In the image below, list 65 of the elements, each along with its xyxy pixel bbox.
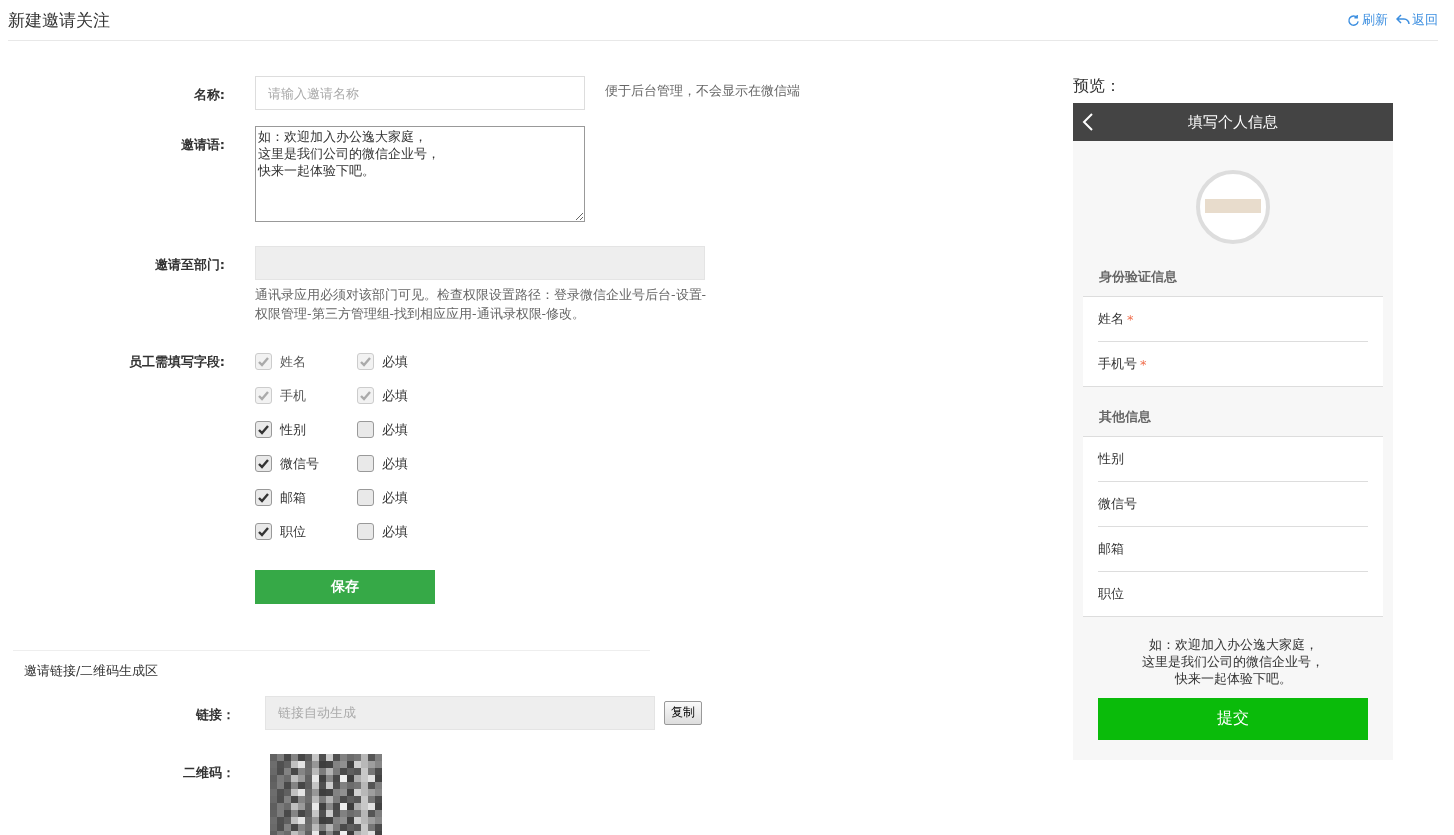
form-row-label: 邮箱 [1098,540,1124,558]
back-link[interactable]: 返回 [1396,11,1438,29]
preview-message-line: 这里是我们公司的微信企业号， [1142,653,1324,671]
field-label: 链接： [196,705,235,724]
field-label: 名称: [193,86,225,104]
checkbox-label: 手机 [280,386,306,405]
check-icon [258,458,269,469]
form-row-label: 姓名 [1098,310,1124,328]
check-icon [258,356,269,367]
checkbox[interactable] [357,455,374,472]
field-label: 二维码： [183,763,235,782]
checkbox-label: 邮箱 [280,488,306,507]
name-input[interactable]: 请输入邀请名称 [255,76,585,110]
section-title: 邀请链接/二维码生成区 [24,662,160,680]
copy-button[interactable]: 复制 [664,700,702,725]
checkbox[interactable] [255,523,272,540]
section-title: 其他信息 [1098,408,1152,426]
checkbox-label: 姓名 [280,352,306,371]
checkbox-label: 必填 [382,454,408,473]
department-field[interactable] [255,246,705,280]
section-title: 身份验证信息 [1098,268,1178,286]
submit-button[interactable]: 提交 [1098,697,1368,740]
check-icon [258,424,269,435]
required-asterisk: * [1140,356,1147,372]
checkbox-label: 必填 [382,522,408,541]
page-title: 新建邀请关注 [8,8,110,32]
preview-header-title: 填写个人信息 [1187,112,1279,132]
checkbox[interactable] [255,489,272,506]
preview-message-line: 快来一起体验下吧。 [1174,670,1292,688]
reply-icon [1396,14,1410,26]
form-row-label: 职位 [1098,585,1124,603]
field-label: 邀请至部门: [154,256,225,274]
checkbox-label: 必填 [382,488,408,507]
refresh-link[interactable]: 刷新 [1347,11,1388,29]
check-icon [360,390,371,401]
check-icon [258,390,269,401]
hint-text: 通讯录应用必须对该部门可见。检查权限设置路径：登录微信企业号后台-设置-权限管理-第三方管理组-找到相应应用-通讯录权限-修改。 [255,286,708,323]
checkbox-label: 必填 [382,386,408,405]
refresh-icon [1347,13,1360,27]
back-chevron-icon [1082,112,1094,132]
checkbox-label: 职位 [280,522,306,541]
checkbox[interactable] [357,421,374,438]
required-asterisk: * [1127,311,1134,327]
link-input[interactable]: 链接自动生成 [265,695,655,730]
form-row-label: 性别 [1098,450,1124,468]
preview-title: 预览： [1073,76,1122,97]
checkbox[interactable] [357,489,374,506]
check-icon [258,492,269,503]
save-button[interactable]: 保存 [255,569,435,604]
hint-text: 便于后台管理，不会显示在微信端 [605,82,800,100]
checkbox-label: 必填 [382,420,408,439]
form-row-label: 手机号 [1098,355,1137,373]
field-label: 员工需填写字段: [128,352,225,371]
checkbox[interactable] [255,421,272,438]
check-icon [258,526,269,537]
preview-message-line: 如：欢迎加入办公逸大家庭， [1148,637,1318,654]
checkbox[interactable] [255,455,272,472]
checkbox-label: 必填 [382,352,408,371]
greeting-textarea[interactable]: 如：欢迎加入办公逸大家庭， 这里是我们公司的微信企业号， 快来一起体验下吧。 [255,126,585,222]
check-icon [360,356,371,367]
checkbox[interactable] [357,523,374,540]
field-label: 邀请语: [180,136,225,154]
form-row-label: 微信号 [1098,495,1137,513]
checkbox-label: 性别 [280,420,306,439]
checkbox-label: 微信号 [280,454,319,473]
